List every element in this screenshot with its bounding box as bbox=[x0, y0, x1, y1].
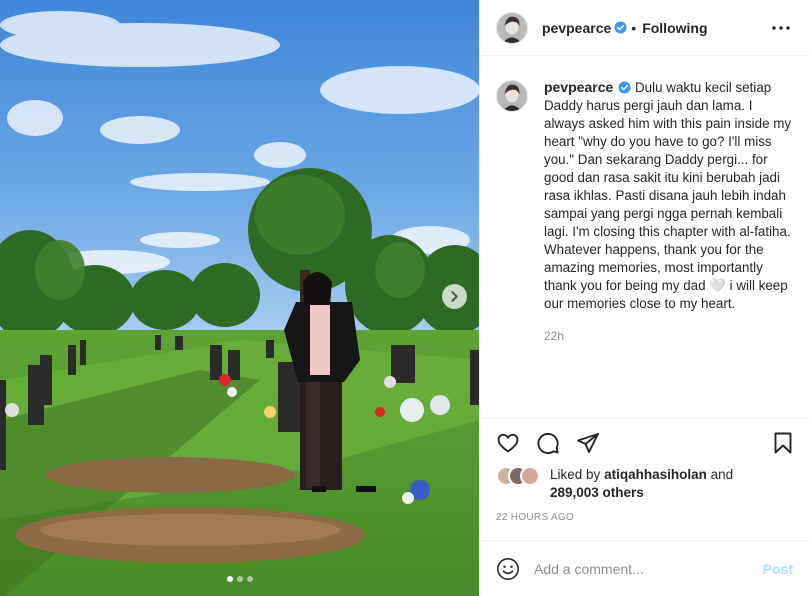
post-photo[interactable] bbox=[0, 0, 479, 596]
liked-by-and: and bbox=[710, 467, 734, 482]
verified-badge-icon bbox=[614, 21, 627, 34]
post-caption: pevpearce Dulu waktu kecil setiap Daddy … bbox=[496, 78, 793, 313]
liked-by-user-link[interactable]: atiqahhasiholan bbox=[604, 467, 707, 482]
cemetery-photo bbox=[0, 0, 479, 596]
post-date[interactable]: 22 HOURS AGO bbox=[480, 512, 809, 540]
carousel-dot-active bbox=[226, 576, 233, 582]
post-comment-button[interactable]: Post bbox=[763, 561, 793, 577]
author-avatar[interactable] bbox=[496, 11, 528, 44]
chevron-right-icon bbox=[451, 291, 458, 302]
more-options-icon bbox=[772, 25, 790, 30]
action-bar bbox=[480, 418, 809, 466]
liker-avatars[interactable] bbox=[496, 466, 540, 486]
carousel-dot bbox=[246, 576, 253, 582]
avatar-image bbox=[497, 12, 527, 43]
caption-text: Dulu waktu kecil setiap Daddy harus perg… bbox=[544, 80, 792, 311]
add-comment-bar: Post bbox=[480, 540, 809, 596]
carousel-indicator bbox=[0, 576, 479, 582]
liked-by-label: Liked by bbox=[550, 467, 601, 482]
author-username[interactable]: pevpearce bbox=[542, 20, 611, 36]
liked-by-others-link[interactable]: 289,003 others bbox=[550, 485, 644, 500]
liker-avatar bbox=[520, 466, 540, 486]
more-options-button[interactable] bbox=[769, 25, 793, 30]
caption-author-avatar[interactable] bbox=[496, 80, 528, 112]
following-button[interactable]: Following bbox=[642, 20, 707, 36]
header-separator: • bbox=[631, 19, 637, 36]
caption-username[interactable]: pevpearce bbox=[544, 79, 613, 95]
instagram-post: pevpearce • Following pevpearce Dulu wak… bbox=[0, 0, 809, 596]
carousel-next-button[interactable] bbox=[442, 284, 467, 309]
comment-input[interactable] bbox=[534, 560, 755, 577]
smiley-icon[interactable] bbox=[496, 557, 520, 581]
comments-area[interactable]: pevpearce Dulu waktu kecil setiap Daddy … bbox=[480, 56, 809, 418]
carousel-dot bbox=[236, 576, 243, 582]
post-header: pevpearce • Following bbox=[480, 0, 809, 56]
paper-plane-icon[interactable] bbox=[576, 431, 600, 455]
heart-icon[interactable] bbox=[496, 431, 520, 455]
avatar-image bbox=[497, 81, 527, 111]
comment-bubble-icon[interactable] bbox=[536, 431, 560, 455]
bookmark-icon[interactable] bbox=[771, 431, 795, 455]
verified-badge-icon bbox=[618, 81, 631, 94]
caption-body: pevpearce Dulu waktu kecil setiap Daddy … bbox=[544, 78, 793, 313]
likes-text: Liked by atiqahhasiholan and 289,003 oth… bbox=[550, 466, 733, 502]
post-side-panel: pevpearce • Following pevpearce Dulu wak… bbox=[479, 0, 809, 596]
likes-summary: Liked by atiqahhasiholan and 289,003 oth… bbox=[480, 466, 809, 512]
caption-timestamp[interactable]: 22h bbox=[544, 329, 793, 343]
